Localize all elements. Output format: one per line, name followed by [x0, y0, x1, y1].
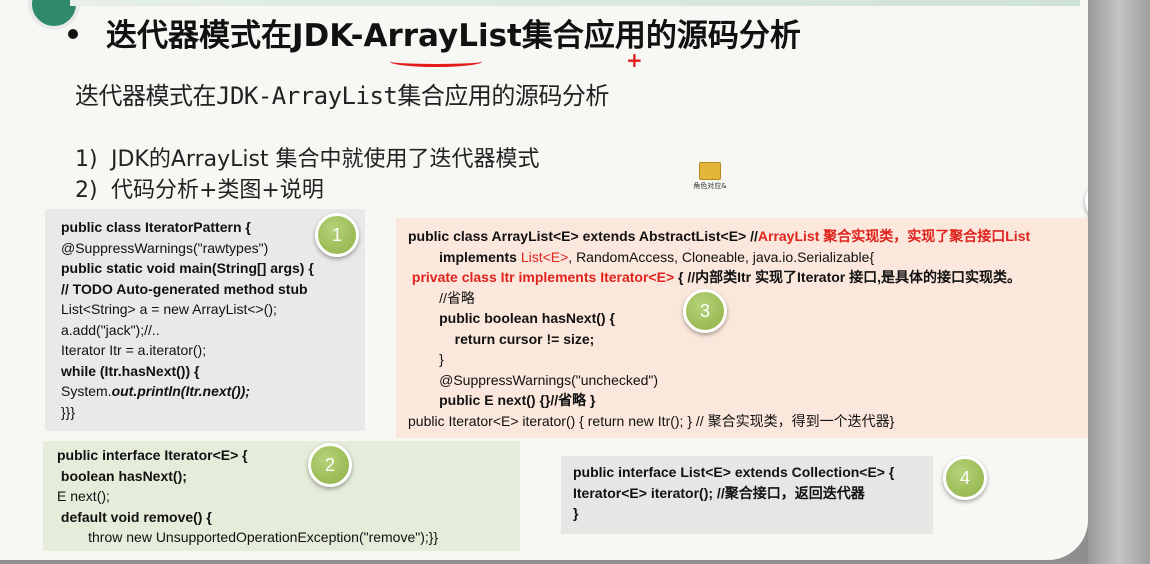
code-highlight: List<E>: [520, 248, 569, 265]
point-text: JDK的ArrayList 集合中就使用了迭代器模式: [111, 147, 540, 172]
badge-2: 2: [308, 443, 352, 487]
bullet-icon: [68, 29, 78, 39]
code-line: E next();: [57, 488, 110, 504]
code-line: a.add("jack");//..: [61, 321, 160, 338]
slide-subtitle: 迭代器模式在JDK-ArrayList集合应用的源码分析: [75, 82, 609, 110]
code-line: System.: [61, 383, 112, 399]
slide-title: 迭代器模式在JDK-ArrayList集合应用的源码分析: [106, 18, 801, 54]
point-2: 2) 代码分析+类图+说明: [75, 172, 324, 204]
folder-label: 角色对应&: [693, 182, 727, 190]
red-underline-annotation: [390, 56, 482, 67]
iterator-interface-box: public interface Iterator<E> { boolean h…: [43, 441, 520, 551]
code-line: List<String> a = new ArrayList<>();: [61, 301, 277, 317]
code-highlight: private class Itr implements Iterator<E>: [408, 269, 675, 285]
code-line: return cursor != size;: [408, 330, 595, 347]
code-line: public boolean hasNext() {: [408, 310, 615, 326]
code-line: //省略: [408, 289, 475, 306]
arraylist-code-box: public class ArrayList<E> extends Abstra…: [396, 218, 1088, 438]
code-line: out.println(Itr.next());: [111, 383, 250, 399]
code-line: public static void main(String[] args) {: [61, 260, 314, 276]
code-line: default void remove() {: [57, 508, 212, 525]
code-line: boolean hasNext();: [57, 467, 187, 484]
list-interface-box: public interface List<E> extends Collect…: [561, 456, 933, 534]
code-line: public interface Iterator<E> {: [57, 447, 248, 463]
slide: 迭代器模式在JDK-ArrayList集合应用的源码分析 + 迭代器模式在JDK…: [0, 0, 1088, 560]
point-text: 代码分析+类图+说明: [111, 178, 324, 203]
side-strip: [1088, 0, 1150, 564]
point-1: 1) JDK的ArrayList 集合中就使用了迭代器模式: [75, 141, 540, 173]
code-line: public class ArrayList<E> extends Abstra…: [408, 228, 758, 244]
top-band: [70, 0, 1080, 6]
code-line: public Iterator<E> iterator() { return n…: [408, 412, 895, 429]
code-line: Iterator<E> iterator(); //聚合接口，返回迭代器: [573, 484, 865, 501]
code-line: while (Itr.hasNext()) {: [61, 362, 200, 379]
badge-1: 1: [315, 213, 359, 257]
code-line: @SuppressWarnings("unchecked"): [408, 371, 659, 388]
code-line: }: [573, 505, 579, 521]
code-line: public class IteratorPattern {: [61, 219, 251, 235]
code-line: // TODO Auto-generated method stub: [61, 280, 308, 297]
cursor-plus-icon: +: [626, 48, 643, 72]
point-number: 2): [75, 178, 98, 203]
code-line: , RandomAccess, Cloneable, java.io.Seria…: [568, 248, 875, 265]
code-line: }}}: [61, 403, 76, 420]
code-line: public interface List<E> extends Collect…: [573, 464, 895, 480]
badge-3: 3: [683, 289, 727, 333]
folder-icon: [699, 162, 721, 180]
folder-shortcut[interactable]: 角色对应&: [690, 162, 730, 191]
badge-4: 4: [943, 456, 987, 500]
code-line: }: [408, 351, 444, 367]
code-line: Iterator Itr = a.iterator();: [61, 342, 207, 358]
code-line: throw new UnsupportedOperationException(…: [57, 529, 439, 545]
code-line: implements: [408, 248, 521, 265]
code-line: @SuppressWarnings("rawtypes"): [61, 239, 269, 256]
code-line: public E next() {}//省略 }: [408, 392, 596, 408]
code-comment: ArrayList 聚合实现类，实现了聚合接口List: [757, 228, 1031, 244]
point-number: 1): [75, 147, 98, 172]
code-line: { //内部类Itr 实现了Iterator 接口,是具体的接口实现类。: [674, 269, 1022, 285]
